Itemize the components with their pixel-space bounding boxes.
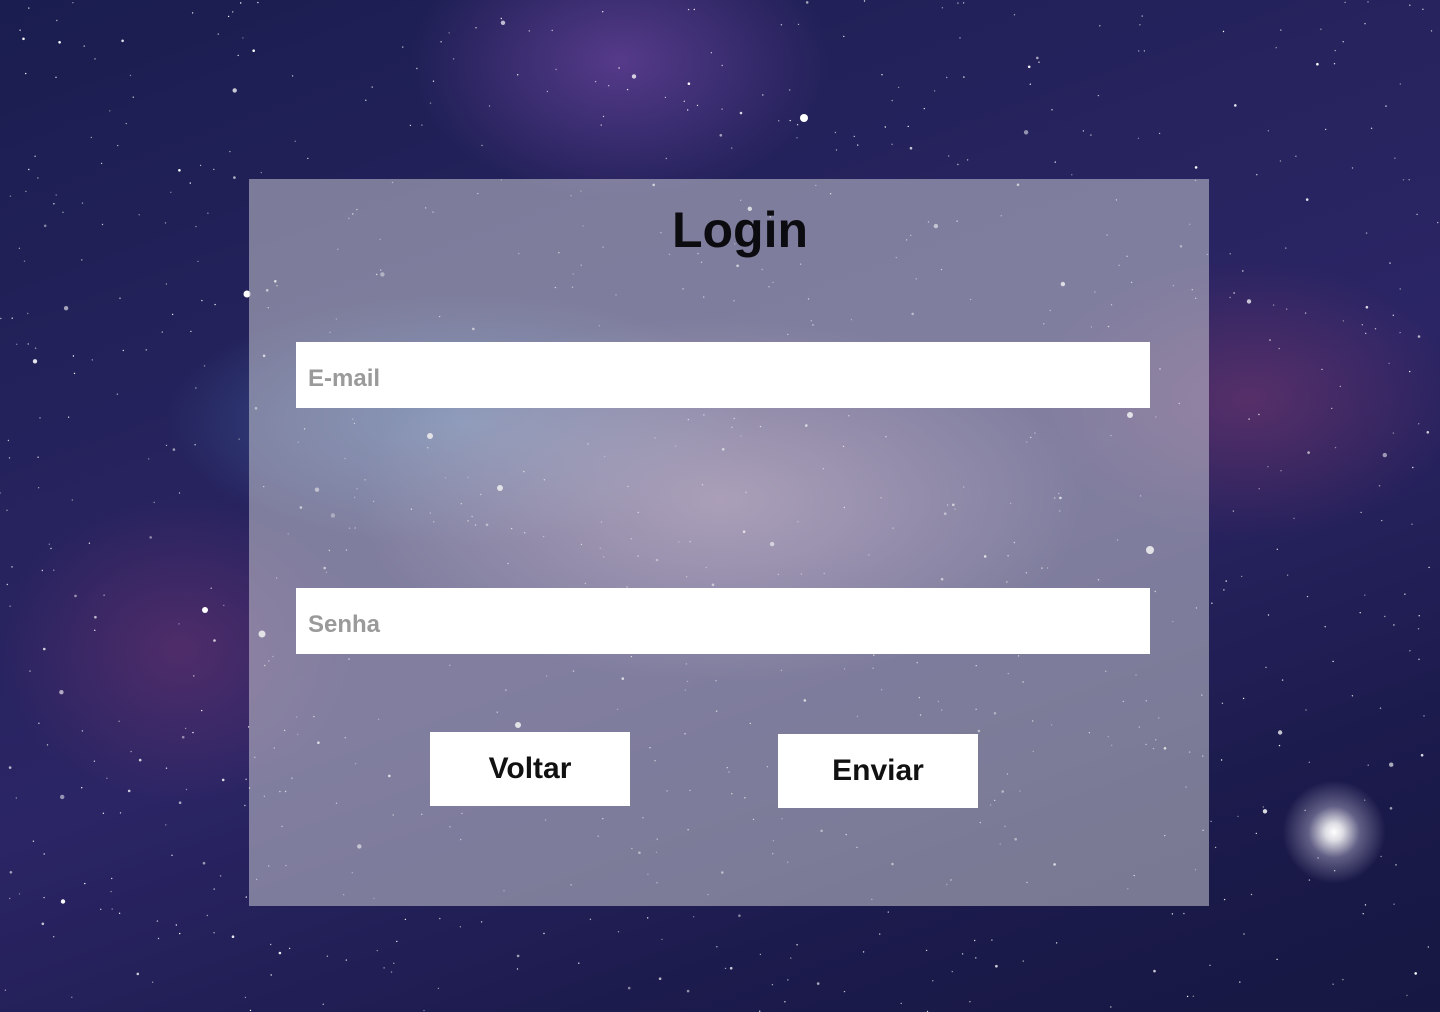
page-title: Login (671, 202, 809, 258)
submit-button[interactable]: Enviar (778, 734, 978, 808)
password-field[interactable] (296, 588, 1150, 654)
email-field[interactable] (296, 342, 1150, 408)
login-panel: Login Voltar Enviar (249, 179, 1209, 906)
bright-star-glow (1282, 780, 1386, 884)
back-button[interactable]: Voltar (430, 732, 630, 806)
